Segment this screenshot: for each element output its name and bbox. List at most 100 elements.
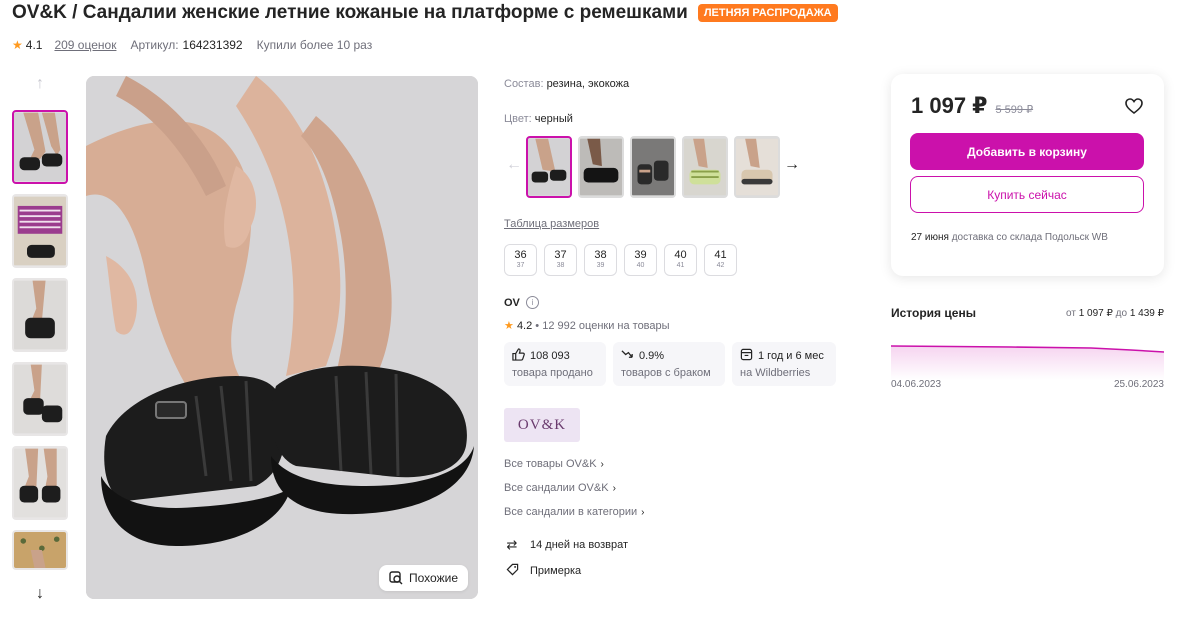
price-history-range: от 1 097 ₽ до 1 439 ₽ [1066,308,1164,319]
similar-search-icon [389,571,403,585]
delivery-info: 27 июня доставка со склада Подольск WB [911,230,1147,245]
range-from-label: от [1065,308,1076,319]
seller-stats: 108 093 товара продано 0.9% товаров с бр… [504,342,836,386]
link-text: Все товары OV&K [504,458,597,470]
heart-icon[interactable] [1124,96,1144,116]
thumbnail-2[interactable] [12,194,68,268]
composition: Состав: резина, экокожа [504,78,629,90]
tag-icon [504,563,520,579]
size-selector: 36 37 37 38 38 39 39 40 40 41 41 42 [504,244,737,276]
color-option-4[interactable] [682,136,728,198]
return-policy: ⇄ 14 дней на возврат [504,532,628,558]
store-icon [740,348,753,364]
similar-label: Похожие [409,571,458,585]
star-icon: ★ [12,38,23,52]
size-main: 41 [714,249,727,261]
thumbnail-4[interactable] [12,362,68,436]
color-option-2[interactable] [578,136,624,198]
arrow-right-icon[interactable]: → [784,156,800,174]
buy-now-button[interactable]: Купить сейчас [910,176,1144,213]
trend-down-icon [621,348,634,364]
link-text: Все сандалии в категории [504,506,638,518]
stat-value: 108 093 [530,350,570,362]
product-extras: ⇄ 14 дней на возврат Примерка [504,532,628,584]
info-icon[interactable]: i [525,296,539,309]
size-sub: 42 [716,262,725,269]
delivery-text: доставка со склада Подольск WB [951,232,1108,243]
stat-defects: 0.9% товаров с браком [613,342,725,386]
price-history-title: История цены [891,306,976,320]
stat-tenure: 1 год и 6 мес на Wildberries [732,342,836,386]
product-rating: 4.1 [25,38,43,52]
arrow-down-icon[interactable]: ↓ [30,584,50,604]
similar-button[interactable]: Похожие [379,565,468,591]
thumbnail-6[interactable] [12,530,68,570]
arrow-up-icon[interactable]: ↑ [30,74,50,94]
range-to-label: до [1115,308,1128,319]
seller-name-text: OV [504,296,520,309]
thumbnail-1[interactable] [12,110,68,184]
delivery-date: 27 июня [911,232,949,243]
bought-count: Купили более 10 раз [256,38,373,52]
current-price: 1 097 ₽ [911,93,988,118]
history-end-date: 25.06.2023 [1113,379,1164,390]
link-all-brand-sandals[interactable]: Все сандалии OV&K › [504,476,645,500]
size-main: 36 [514,249,527,261]
size-sub: 37 [516,262,525,269]
color-info: Цвет: черный [504,113,573,125]
range-to: 1 439 ₽ [1129,308,1164,319]
color-value: черный [534,113,573,125]
size-main: 38 [594,249,607,261]
price-card: 1 097 ₽ 5 599 ₽ Добавить в корзину Купит… [891,74,1164,276]
article-label: Артикул: [130,38,179,52]
link-all-category-sandals[interactable]: Все сандалии в категории › [504,500,645,524]
seller-name[interactable]: OV i [504,296,539,309]
sale-badge[interactable]: ЛЕТНЯЯ РАСПРОДАЖА [697,4,838,22]
size-option-36[interactable]: 36 37 [504,244,537,276]
size-main: 40 [674,249,687,261]
color-option-1[interactable] [526,136,572,198]
price-history-chart[interactable] [891,332,1164,380]
color-option-3[interactable] [630,136,676,198]
seller-rating-text: • 12 992 оценки на товары [535,320,670,332]
thumbnail-3[interactable] [12,278,68,352]
size-option-40[interactable]: 40 41 [664,244,697,276]
size-option-37[interactable]: 37 38 [544,244,577,276]
stat-label: товара продано [512,367,593,379]
old-price: 5 599 ₽ [995,104,1034,116]
fitting-text: Примерка [530,565,582,577]
color-selector: ← → [504,136,824,198]
thumbnail-5[interactable] [12,446,68,520]
brand-logo[interactable]: OV&K [504,408,580,442]
add-to-cart-button[interactable]: Добавить в корзину [910,133,1144,170]
color-option-5[interactable] [734,136,780,198]
thumbnail-list: ↑ ↓ [12,70,68,610]
reviews-link[interactable]: 209 оценок [54,38,116,52]
size-sub: 39 [596,262,605,269]
seller-rating-value: 4.2 [516,320,533,332]
size-option-39[interactable]: 39 40 [624,244,657,276]
return-icon: ⇄ [506,537,518,552]
link-text: Все сандалии OV&K [504,482,609,494]
size-main: 39 [634,249,647,261]
stat-sold: 108 093 товара продано [504,342,606,386]
size-table-link[interactable]: Таблица размеров [504,218,599,230]
size-option-38[interactable]: 38 39 [584,244,617,276]
size-option-41[interactable]: 41 42 [704,244,737,276]
thumbs-up-icon [512,348,525,364]
product-title: OV&K / Сандалии женские летние кожаные н… [12,2,688,23]
link-all-brand-products[interactable]: Все товары OV&K › [504,452,645,476]
color-label: Цвет: [504,113,532,125]
product-meta: ★ 4.1 209 оценок Артикул: 164231392 Купи… [12,38,372,52]
price-row: 1 097 ₽ 5 599 ₽ [911,93,1033,119]
size-sub: 40 [636,262,645,269]
size-sub: 41 [676,262,685,269]
stat-label: на Wildberries [740,367,811,379]
article-value[interactable]: 164231392 [183,38,243,52]
brand-links: Все товары OV&K › Все сандалии OV&K › Вс… [504,452,645,524]
arrow-left-icon[interactable]: ← [506,156,522,174]
main-product-image[interactable]: Похожие [86,76,478,599]
chevron-right-icon: › [600,458,604,470]
history-start-date: 04.06.2023 [891,379,942,390]
seller-rating: ★ 4.2 • 12 992 оценки на товары [504,319,670,332]
